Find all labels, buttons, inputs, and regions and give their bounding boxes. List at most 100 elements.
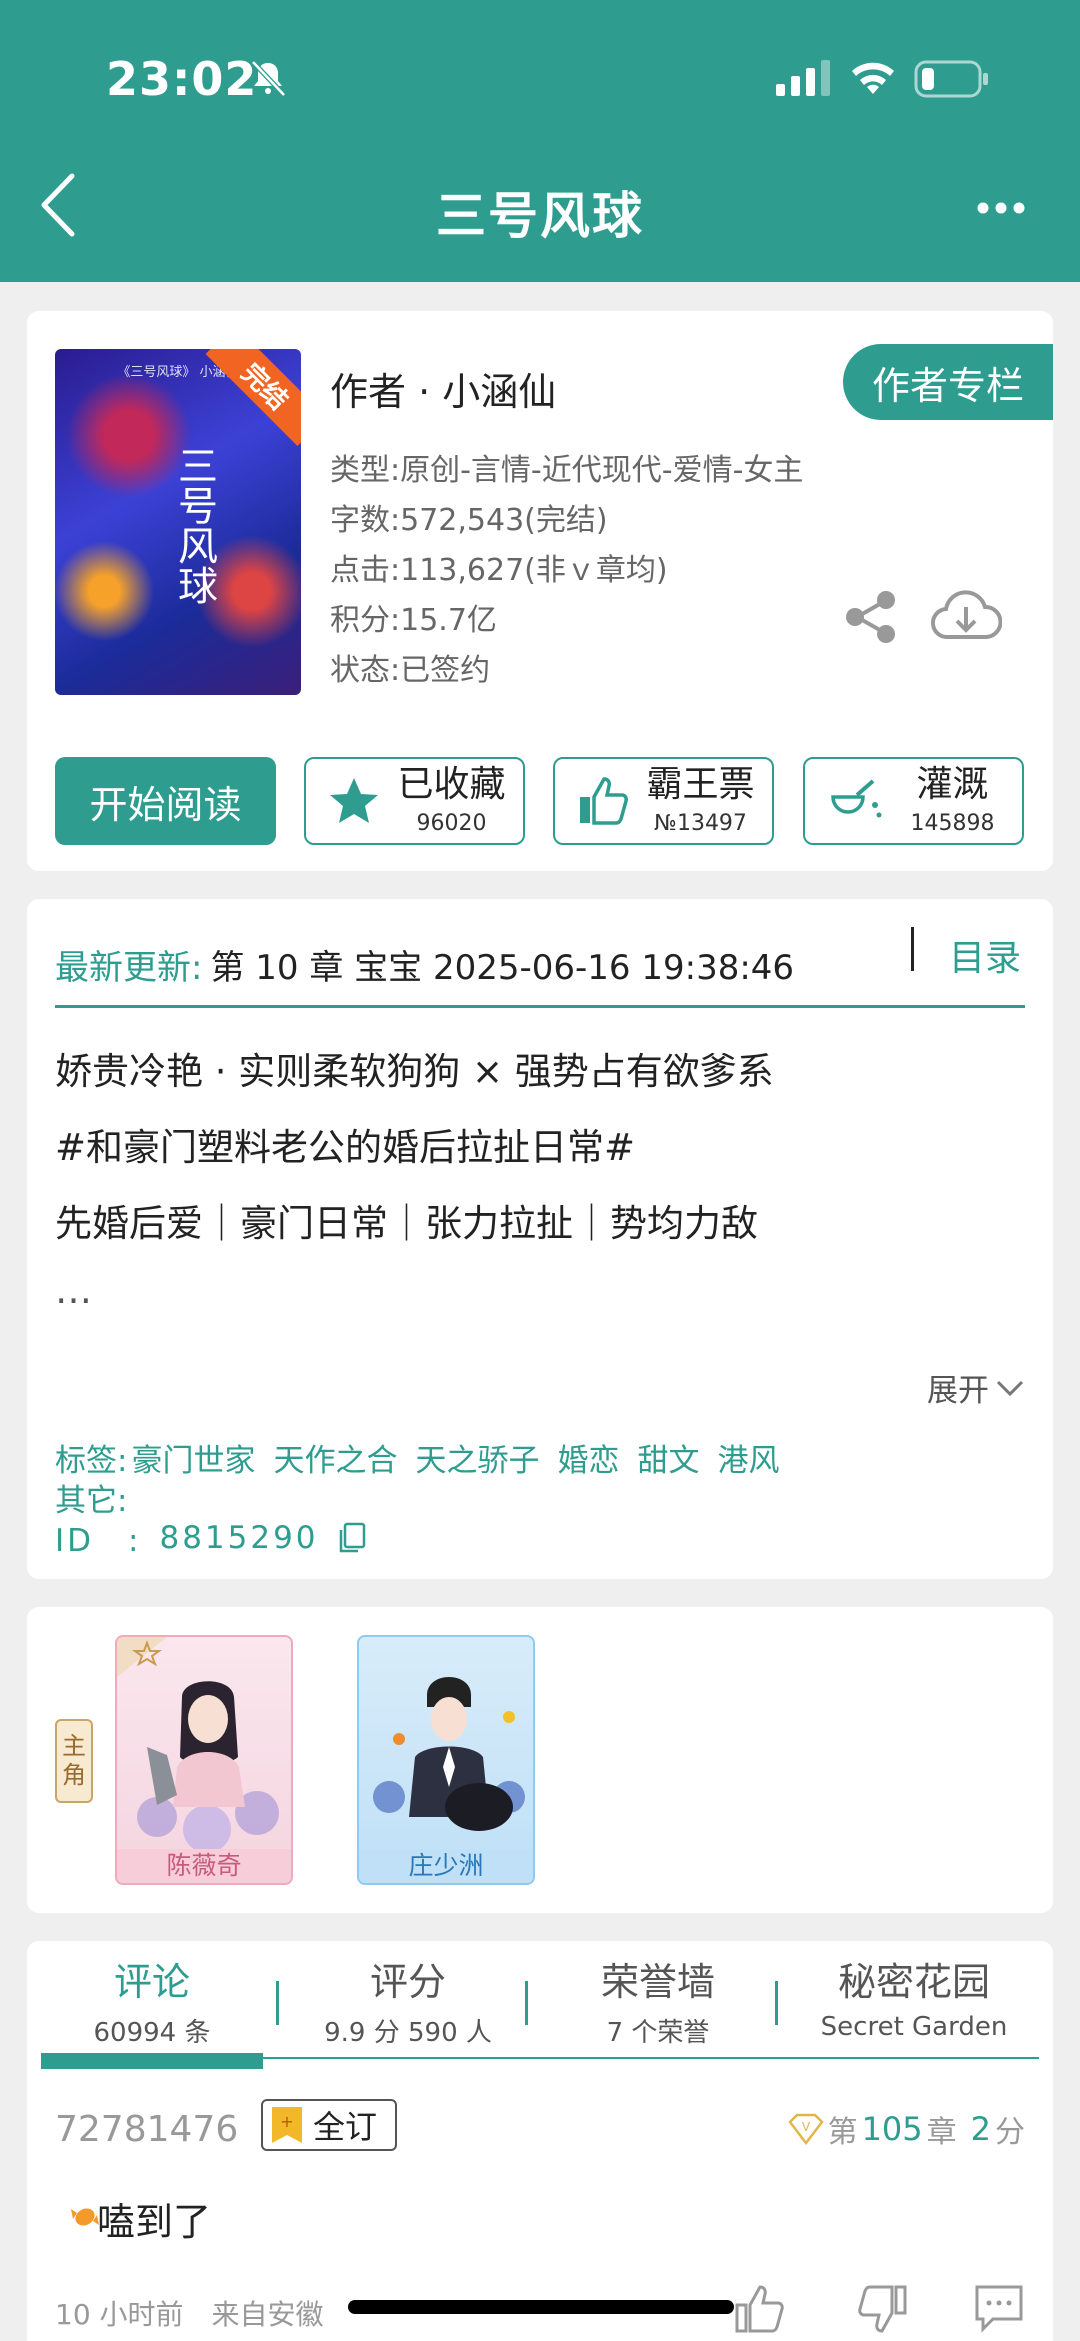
intro-ellipsis: …: [55, 1269, 92, 1312]
tab-separator: [775, 1981, 778, 2025]
full-subscribe-badge: + 全订: [261, 2099, 397, 2151]
tag-item[interactable]: 天之骄子: [415, 1435, 539, 1480]
meta-words: 字数:572,543(完结): [330, 503, 608, 538]
intro-line-1: 娇贵冷艳 · 实则柔软狗狗 × 强势占有欲爹系: [55, 1050, 774, 1093]
collect-button[interactable]: 已收藏 96020: [304, 757, 525, 845]
book-info-card: 《三号风球》 小涵仙 完结 三号风球 作者 · 小涵仙 作者专栏 类型:原创-言…: [27, 311, 1053, 871]
tag-item[interactable]: 甜文: [637, 1435, 699, 1480]
role-tag-char: 主: [62, 1732, 86, 1761]
tab-sub: 7 个荣誉: [606, 2018, 710, 2048]
thumbs-up-icon: [580, 777, 628, 825]
tags-label: 标签:: [55, 1443, 128, 1479]
latest-update-text: 第 10 章 宝宝 2025-06-16 19:38:46: [210, 947, 795, 988]
latest-update-label: 最新更新:: [55, 947, 203, 988]
tab-separator: [525, 1981, 528, 2025]
vote-label: 霸王票: [646, 764, 755, 805]
expand-label: 展开: [927, 1373, 989, 1409]
tab-label: 荣誉墙: [600, 1960, 715, 2004]
author-column-button[interactable]: 作者专栏: [843, 344, 1053, 420]
collect-label: 已收藏: [397, 764, 506, 805]
role-portrait-male: [373, 1677, 525, 1831]
chap-number: 105: [861, 2110, 923, 2148]
vip-diamond-icon: V: [787, 2113, 824, 2145]
start-reading-label: 开始阅读: [89, 782, 242, 827]
other-row: 其它:: [55, 1475, 127, 1520]
chevron-down-icon: [996, 1380, 1024, 1396]
vote-button[interactable]: 霸王票 №13497: [553, 757, 774, 845]
tab-sub: Secret Garden: [820, 2012, 1008, 2042]
tab-separator: [276, 1981, 279, 2025]
role-card-zhuang[interactable]: 庄少洲: [357, 1635, 535, 1885]
latest-update[interactable]: 最新更新: 第 10 章 宝宝 2025-06-16 19:38:46: [55, 929, 1025, 999]
start-reading-button[interactable]: 开始阅读: [55, 757, 276, 845]
svg-text:V: V: [801, 2120, 810, 2134]
tag-item[interactable]: 天作之合: [273, 1435, 397, 1480]
battery-icon: [914, 60, 988, 98]
tab-ratings[interactable]: 评分 9.9 分 590 人: [289, 1951, 527, 2049]
intro-line-3: 先婚后爱｜豪门日常｜张力拉扯｜势均力敌: [55, 1202, 758, 1245]
water-label: 灌溉: [916, 764, 989, 805]
tab-label: 评分: [369, 1960, 446, 2004]
comment-meta: 10 小时前 来自安徽: [55, 2298, 324, 2331]
tab-label: 评论: [113, 1960, 190, 2004]
tag-item[interactable]: 豪门世家: [131, 1435, 255, 1480]
role-name: 陈薇奇: [117, 1849, 291, 1883]
tab-active-indicator: [41, 2053, 263, 2069]
download-icon[interactable]: [930, 587, 1002, 645]
signal-icon: [776, 60, 830, 96]
tab-honors[interactable]: 荣誉墙 7 个荣誉: [539, 1951, 777, 2049]
tag-item[interactable]: 婚恋: [557, 1435, 619, 1480]
tab-comments[interactable]: 评论 60994 条: [41, 1951, 263, 2049]
wifi-icon: [852, 62, 894, 94]
tab-label: 秘密花园: [837, 1960, 990, 2004]
vote-count: №13497: [654, 811, 747, 836]
comment-text: 嗑到了: [97, 2200, 212, 2244]
share-icon[interactable]: [843, 589, 899, 645]
like-icon[interactable]: [733, 2283, 789, 2335]
tab-sub: 9.9 分 590 人: [324, 2018, 492, 2048]
top-bar: 23:02 三号风球: [0, 0, 1080, 282]
collect-count: 96020: [416, 811, 487, 836]
toc-link[interactable]: 目录: [949, 929, 1021, 981]
chap-unit: 章: [926, 2115, 957, 2150]
role-tag-char: 角: [62, 1761, 86, 1789]
intro-card: 最新更新: 第 10 章 宝宝 2025-06-16 19:38:46 目录 娇…: [27, 899, 1053, 1579]
divider: [911, 927, 914, 971]
comment-user-id[interactable]: 72781476: [55, 2109, 238, 2150]
meta-score: 积分:15.7亿: [330, 603, 497, 638]
id-label: ID :: [55, 1523, 142, 1559]
role-card-chen[interactable]: 陈薇奇: [115, 1635, 293, 1885]
main-role-tag: 主 角: [55, 1719, 93, 1803]
book-cover[interactable]: 《三号风球》 小涵仙 完结 三号风球: [55, 349, 301, 695]
water-button[interactable]: 灌溉 145898: [803, 757, 1024, 845]
roles-card: 主 角 陈薇奇 庄少洲: [27, 1607, 1053, 1913]
cover-title: 三号风球: [171, 445, 217, 605]
dislike-icon[interactable]: [853, 2283, 909, 2335]
home-indicator: [348, 2300, 734, 2314]
water-count: 145898: [910, 811, 995, 836]
badge-label: 全订: [313, 2108, 378, 2146]
id-row: ID : 8815290: [55, 1515, 367, 1560]
other-label: 其它:: [55, 1483, 128, 1519]
svg-text:+: +: [280, 2112, 293, 2131]
comments-card: 评论 60994 条 评分 9.9 分 590 人 荣誉墙 7 个荣誉 秘密花园…: [27, 1941, 1053, 2341]
author-name[interactable]: 作者 · 小涵仙: [330, 361, 556, 416]
reply-icon[interactable]: [971, 2283, 1027, 2335]
divider-line: [55, 1005, 1025, 1008]
tag-item[interactable]: 港风: [717, 1435, 779, 1480]
meta-status: 状态:已签约: [330, 653, 491, 688]
copy-icon[interactable]: [337, 1522, 367, 1554]
meta-type: 类型:原创-言情-近代现代-爱情-女主: [330, 453, 804, 488]
more-icon[interactable]: [976, 196, 1026, 220]
tab-secret-garden[interactable]: 秘密花园 Secret Garden: [789, 1951, 1039, 2042]
expand-button[interactable]: 展开: [927, 1365, 1025, 1410]
role-portrait-female: [117, 1637, 279, 1853]
page-title: 三号风球: [436, 187, 644, 245]
bell-muted-icon: [251, 60, 286, 97]
comment-chapter-score: V 第 105 章 2 分: [787, 2107, 1025, 2151]
watering-icon: [831, 779, 882, 818]
star-icon: [330, 778, 378, 823]
tab-sub: 60994 条: [93, 2018, 211, 2048]
meta-clicks: 点击:113,627(非ｖ章均): [330, 553, 668, 588]
score-number: 2: [970, 2110, 991, 2148]
